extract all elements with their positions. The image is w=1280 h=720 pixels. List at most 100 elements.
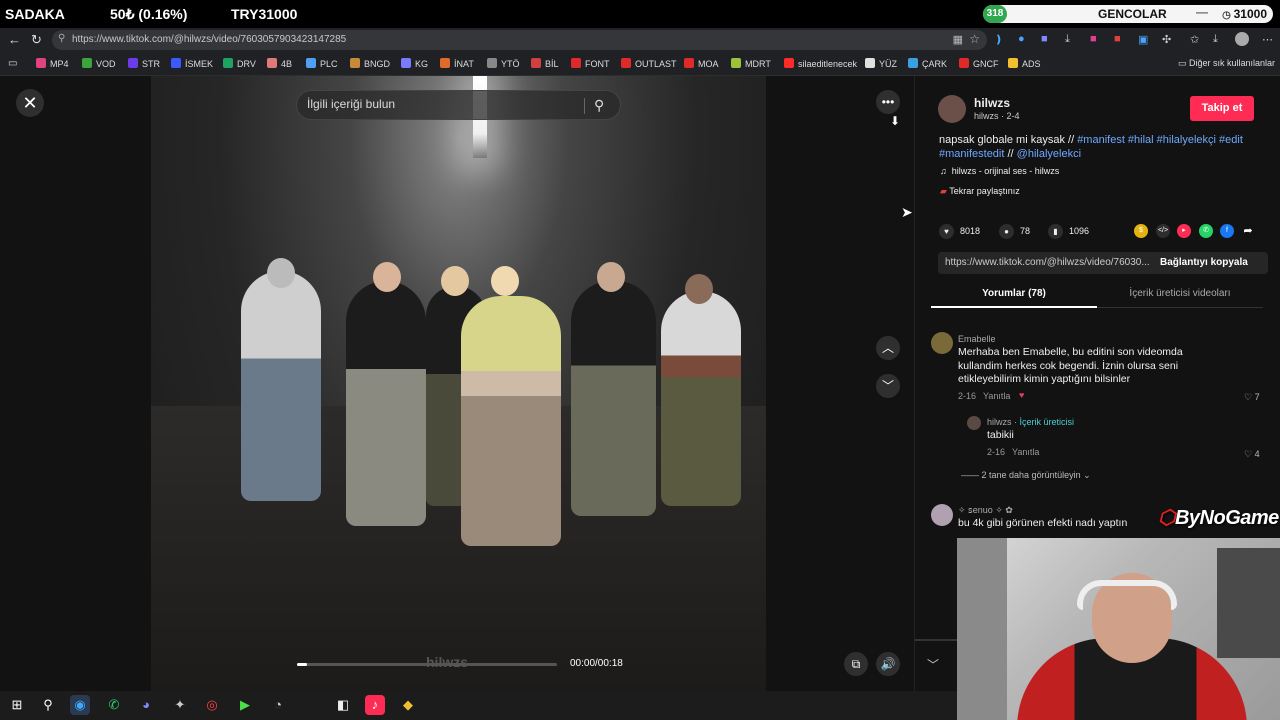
comment-count[interactable]: ● 78 xyxy=(999,224,1030,239)
reply-avatar[interactable] xyxy=(967,416,981,430)
more-menu-icon[interactable]: ⋯ xyxy=(1262,33,1273,46)
bookmark-item[interactable]: İSMEK xyxy=(171,58,213,69)
bookmark-item[interactable]: İNAT xyxy=(440,58,474,69)
commenter-avatar[interactable] xyxy=(931,332,953,354)
save-count[interactable]: ▮ 1096 xyxy=(1048,224,1089,239)
copy-link-button[interactable]: Bağlantıyı kopyala xyxy=(1160,257,1248,268)
tab-comments[interactable]: Yorumlar (78) xyxy=(931,282,1097,308)
extension-icon[interactable]: ❫ xyxy=(994,33,1003,46)
bookmark-item[interactable]: YÜZ xyxy=(865,58,897,69)
bookmark-item[interactable]: BİL xyxy=(531,58,559,69)
reply-like[interactable]: ♡ 4 xyxy=(1244,449,1260,460)
bookmark-item[interactable]: KG xyxy=(401,58,428,69)
sound-row[interactable]: ♫ hilwzs - orijinal ses - hilwzs xyxy=(940,166,1059,176)
extension-icon[interactable]: ● xyxy=(1018,33,1025,45)
profile-avatar-icon[interactable] xyxy=(1235,32,1249,46)
commenter-name[interactable]: ✧ ꜱenuo ✧ ✿ xyxy=(958,505,1013,516)
coin-share-icon[interactable]: $ xyxy=(1134,224,1148,238)
caption-hashtag[interactable]: #manifestedit xyxy=(939,148,1004,160)
site-info-icon[interactable]: ⚲ xyxy=(58,33,65,44)
search-icon[interactable]: ⚲ xyxy=(38,695,58,715)
favorite-star-icon[interactable]: ☆ xyxy=(969,32,980,46)
reply-button[interactable]: Yanıtla xyxy=(983,391,1010,401)
address-url[interactable]: https://www.tiktok.com/@hilwzs/video/760… xyxy=(72,34,346,45)
author-name[interactable]: hilwzs xyxy=(974,96,1010,110)
other-bookmarks[interactable]: ▭ Diğer sık kullanılanlar xyxy=(1178,58,1275,69)
previous-video-button[interactable]: ︿ xyxy=(876,336,900,360)
comment-like[interactable]: ♡ 7 xyxy=(1244,392,1260,403)
bookmark-item[interactable]: ADS xyxy=(1008,58,1041,69)
reply-reply-button[interactable]: Yanıtla xyxy=(1012,447,1039,457)
commenter-name[interactable]: Emabelle xyxy=(958,334,996,344)
windows-start-icon[interactable]: ⊞ xyxy=(7,695,27,715)
bookmark-item[interactable]: PLC xyxy=(306,58,338,69)
bookmark-item[interactable]: FONT xyxy=(571,58,610,69)
favorites-icon[interactable]: ✩ xyxy=(1190,33,1199,46)
bookmark-item[interactable]: MOA xyxy=(684,58,719,69)
next-video-button[interactable]: ﹀ xyxy=(876,374,900,398)
dancer-figure xyxy=(461,296,561,546)
extension-icon[interactable]: ■ xyxy=(1114,33,1121,45)
overlay-goal-value: TRY31000 xyxy=(231,6,298,22)
bookmark-item[interactable]: ÇARK xyxy=(908,58,947,69)
bookmark-item[interactable]: DRV xyxy=(223,58,256,69)
emoji-picker-icon[interactable]: ﹀ xyxy=(927,656,939,673)
play-app-icon[interactable]: ▶ xyxy=(235,695,255,715)
whatsapp-icon[interactable]: ✆ xyxy=(1199,224,1213,238)
reply-author[interactable]: hilwzs · İçerik üreticisi xyxy=(987,417,1074,427)
bookmark-item[interactable]: BNGD xyxy=(350,58,390,69)
reload-icon[interactable]: ↻ xyxy=(31,32,42,48)
bookmark-item[interactable]: YTÖ xyxy=(487,58,520,69)
extension-icon[interactable]: ▣ xyxy=(1138,33,1148,46)
follow-button[interactable]: Takip et xyxy=(1190,96,1254,121)
speedometer-icon[interactable]: ◔ xyxy=(268,695,288,715)
app-icon[interactable]: ✦ xyxy=(170,695,190,715)
extensions-puzzle-icon[interactable]: ✣ xyxy=(1162,33,1171,46)
app-icon[interactable]: ◎ xyxy=(202,695,222,715)
download-button[interactable]: ⬇ xyxy=(883,109,907,133)
view-more-replies[interactable]: —— 2 tane daha görüntüleyin ⌄ xyxy=(961,470,1091,481)
reader-icon[interactable]: ▦ xyxy=(953,33,963,46)
author-avatar[interactable] xyxy=(938,95,966,123)
caption-mention[interactable]: @hilalyelekci xyxy=(1017,148,1081,160)
bookmark-item[interactable]: MP4 xyxy=(36,58,69,69)
tab-creator-videos[interactable]: İçerik üreticisi videoları xyxy=(1097,282,1263,308)
video-frame[interactable]: hilwzs xyxy=(151,76,766,691)
bookmark-item[interactable]: silaeditlenecek xyxy=(784,58,857,69)
related-search-input[interactable] xyxy=(307,97,577,111)
extension-icon[interactable]: ■ xyxy=(1090,33,1097,45)
embed-icon[interactable]: </> xyxy=(1156,224,1170,238)
like-count[interactable]: ♥ 8018 xyxy=(939,224,980,239)
close-button[interactable]: ✕ xyxy=(16,89,44,117)
search-icon[interactable]: ⚲ xyxy=(594,97,604,114)
discord-icon[interactable]: ◕ xyxy=(136,695,156,715)
caption-hashtags[interactable]: #manifest #hilal #hilalyelekçi #edit xyxy=(1077,134,1243,146)
tiktok-icon[interactable]: ♪ xyxy=(365,695,385,715)
volume-button[interactable]: 🔊 xyxy=(876,652,900,676)
video-progress-bar[interactable] xyxy=(297,663,557,666)
bookmark-item[interactable]: OUTLAST xyxy=(621,58,677,69)
facebook-icon[interactable]: f xyxy=(1220,224,1234,238)
pip-button[interactable]: ⧉ xyxy=(844,652,868,676)
bookmark-item[interactable]: MDRT xyxy=(731,58,771,69)
edge-icon[interactable]: ◉ xyxy=(70,695,90,715)
bookmark-item[interactable]: 4B xyxy=(267,58,292,69)
bookmark-item[interactable]: GNCF xyxy=(959,58,999,69)
heart-outline-icon: ♡ xyxy=(1244,449,1255,459)
back-icon[interactable]: ← xyxy=(8,32,21,47)
app-icon[interactable]: ◆ xyxy=(398,695,418,715)
downloads-icon[interactable]: ⤓ xyxy=(1213,33,1218,46)
whatsapp-icon[interactable]: ✆ xyxy=(104,695,124,715)
download-ext-icon[interactable]: ⤓ xyxy=(1065,33,1070,46)
commenter-avatar[interactable] xyxy=(931,504,953,526)
share-arrow-icon[interactable]: ➦ xyxy=(1241,224,1255,238)
discord-ext-icon[interactable]: ■ xyxy=(1041,33,1048,45)
related-search-box[interactable]: ⚲ xyxy=(296,90,621,120)
send-icon[interactable]: ▸ xyxy=(1177,224,1191,238)
dancer-head xyxy=(267,258,295,288)
bookmarks-menu-icon[interactable]: ▭ xyxy=(8,58,17,69)
app-icon[interactable]: ◧ xyxy=(333,695,353,715)
bookmark-item[interactable]: VOD xyxy=(82,58,116,69)
address-bar[interactable]: ⚲ https://www.tiktok.com/@hilwzs/video/7… xyxy=(52,30,987,50)
bookmark-item[interactable]: STR xyxy=(128,58,160,69)
